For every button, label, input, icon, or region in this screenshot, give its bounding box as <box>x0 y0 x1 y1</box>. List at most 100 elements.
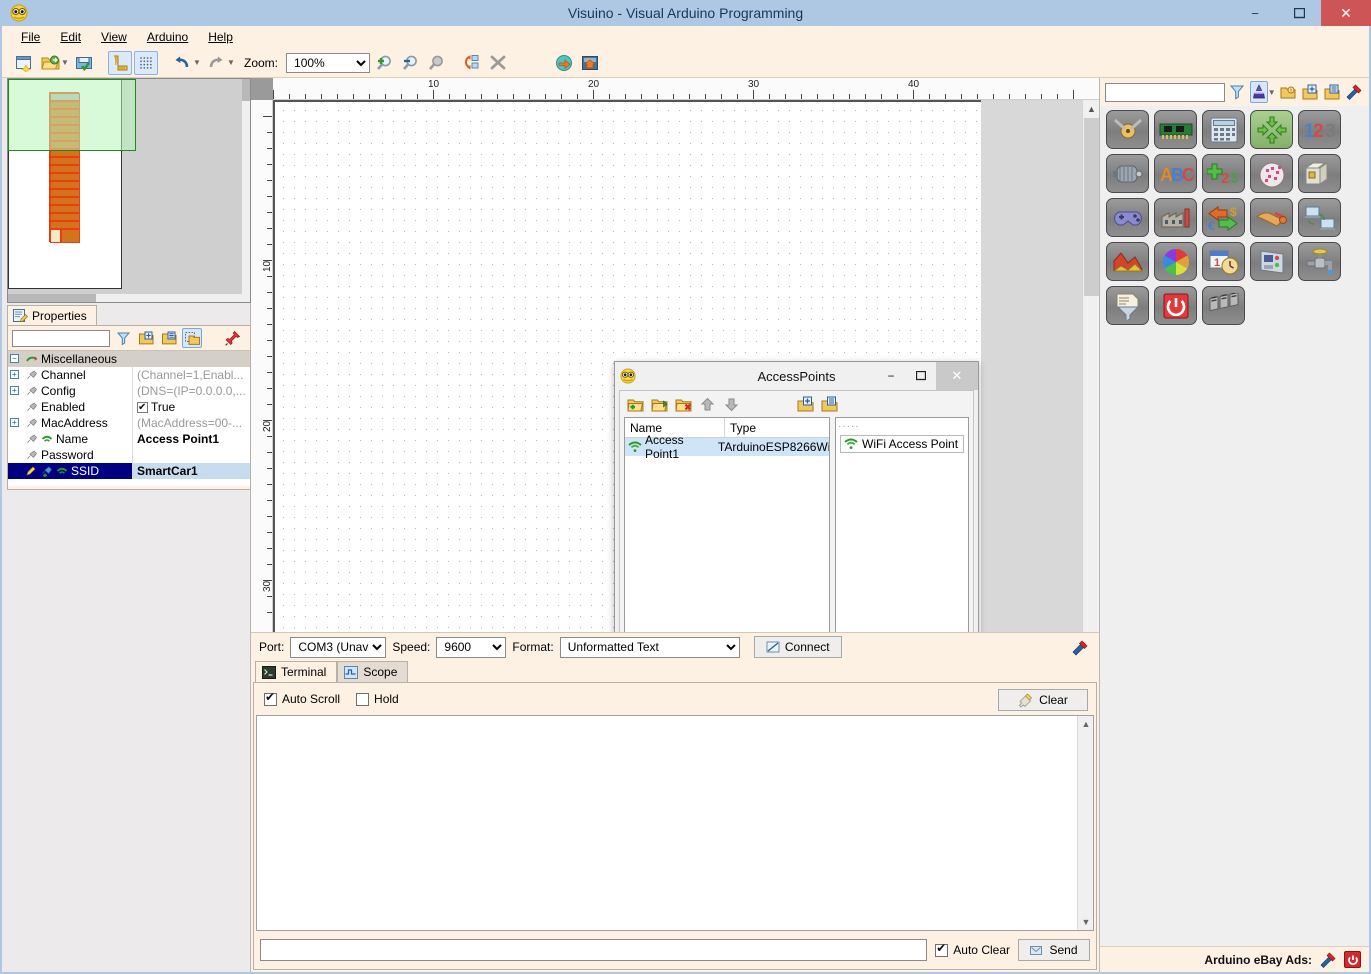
open-project-icon[interactable] <box>38 51 62 75</box>
hold-checkbox[interactable]: Hold <box>356 692 399 706</box>
filter-properties-icon[interactable] <box>113 328 133 348</box>
analog-icon[interactable] <box>1106 110 1149 149</box>
column-header-type[interactable]: Type <box>725 418 756 437</box>
chart-icon[interactable] <box>1106 242 1149 281</box>
add-item-icon[interactable] <box>624 393 646 415</box>
move-down-icon[interactable] <box>720 393 742 415</box>
display-icon[interactable] <box>1250 242 1293 281</box>
menu-item-edit[interactable]: Edit <box>51 28 90 46</box>
expand-toggle-icon[interactable]: + <box>10 370 19 379</box>
memory-icon[interactable] <box>1154 110 1197 149</box>
filter-components-icon[interactable] <box>1228 81 1247 103</box>
move-up-icon[interactable] <box>696 393 718 415</box>
delete-item-icon[interactable] <box>672 393 694 415</box>
group-by-category-icon[interactable] <box>182 328 202 348</box>
auto-clear-box[interactable] <box>935 944 948 957</box>
collapse-all-icon[interactable] <box>159 328 179 348</box>
expand-toggle-icon[interactable]: + <box>10 386 19 395</box>
auto-clear-checkbox[interactable]: Auto Clear <box>935 943 1010 957</box>
property-value[interactable]: Access Point1 <box>132 431 250 447</box>
clock-calendar-icon[interactable]: 1 <box>1202 242 1245 281</box>
property-row-miscellaneous[interactable]: − Miscellaneous <box>8 351 250 367</box>
valve-icon[interactable] <box>1298 242 1341 281</box>
navigator-viewport[interactable] <box>8 79 136 151</box>
filter-icon[interactable] <box>1106 286 1149 325</box>
palette-search-input[interactable] <box>1105 83 1225 102</box>
minimize-button[interactable]: − <box>1233 0 1277 26</box>
auto-scroll-checkbox[interactable]: Auto Scroll <box>264 692 340 706</box>
compile-upload-icon[interactable] <box>552 51 576 75</box>
color-wheel-icon[interactable] <box>1154 242 1197 281</box>
wizard-icon[interactable] <box>1250 81 1269 103</box>
property-row-channel[interactable]: + Channel (Channel=1,Enabl... <box>8 367 250 383</box>
power-icon[interactable] <box>1154 286 1197 325</box>
hold-box[interactable] <box>356 693 369 706</box>
save-code-icon[interactable] <box>578 51 602 75</box>
gamepad-icon[interactable] <box>1106 198 1149 237</box>
arrows-io-icon[interactable] <box>1250 110 1293 149</box>
property-row-config[interactable]: + Config (DNS=(IP=0.0.0.0,... <box>8 383 250 399</box>
tab-properties[interactable]: Properties <box>7 305 97 325</box>
project-navigator[interactable] <box>7 78 251 303</box>
expand-categories-icon[interactable] <box>1301 81 1320 103</box>
pin-panel-icon[interactable] <box>223 328 243 348</box>
tab-terminal[interactable]: Terminal <box>255 661 337 682</box>
close-button[interactable]: ✕ <box>1321 0 1371 26</box>
component-settings-icon[interactable] <box>1344 81 1364 103</box>
dialog-maximize-button[interactable] <box>906 362 936 390</box>
logic-boxes-icon[interactable] <box>1298 154 1341 193</box>
zoom-in-icon[interactable] <box>372 51 396 75</box>
redo-icon[interactable] <box>204 51 228 75</box>
property-row-password[interactable]: Password <box>8 447 250 463</box>
open-category-icon[interactable] <box>1279 81 1298 103</box>
scroll-up-icon[interactable]: ▲ <box>1083 100 1099 117</box>
property-value[interactable] <box>132 447 250 463</box>
collapse-toggle-icon[interactable]: − <box>10 354 19 363</box>
save-project-icon[interactable] <box>72 51 96 75</box>
properties-filter-input[interactable] <box>12 330 110 347</box>
random-icon[interactable] <box>1250 154 1293 193</box>
dialog-close-button[interactable]: ✕ <box>936 362 978 390</box>
undo-icon[interactable] <box>170 51 194 75</box>
speed-select[interactable]: 9600 <box>436 637 506 658</box>
tab-scope[interactable]: Scope <box>337 661 408 682</box>
expand-all-icon[interactable] <box>136 328 156 348</box>
terminal-scroll-down-icon[interactable]: ▼ <box>1078 914 1094 930</box>
open-dropdown-caret-icon[interactable]: ▼ <box>60 58 70 67</box>
expand-toggle-icon[interactable]: + <box>10 418 19 427</box>
menu-item-arduino[interactable]: Arduino <box>138 28 197 46</box>
property-value[interactable]: (MacAddress=00-... <box>132 415 250 431</box>
power-icon[interactable] <box>1344 951 1361 968</box>
terminal-output-scrollbar[interactable]: ▲ ▼ <box>1077 716 1093 930</box>
navigator-hscrollbar[interactable] <box>8 294 251 302</box>
terminal-output[interactable]: ▲ ▼ <box>256 715 1094 931</box>
enabled-checkbox[interactable] <box>137 402 148 413</box>
expand-tree-icon[interactable] <box>794 393 816 415</box>
port-select[interactable]: COM3 (Unava <box>290 637 386 658</box>
send-input[interactable] <box>260 939 927 961</box>
network-icon[interactable] <box>1298 198 1341 237</box>
sensors-icon[interactable] <box>1250 198 1293 237</box>
undo-dropdown-caret-icon[interactable]: ▼ <box>192 58 202 67</box>
menu-item-help[interactable]: Help <box>199 28 242 46</box>
toggle-grid-icon[interactable] <box>134 51 158 75</box>
menu-item-view[interactable]: View <box>92 28 136 46</box>
send-button[interactable]: Send <box>1018 939 1090 961</box>
arrange-icon[interactable] <box>460 51 484 75</box>
numbers-icon[interactable]: 123 <box>1298 110 1341 149</box>
property-value[interactable]: (DNS=(IP=0.0.0.0,... <box>132 383 250 399</box>
maximize-button[interactable] <box>1277 0 1321 26</box>
matrix-icon[interactable] <box>1202 286 1245 325</box>
connect-button[interactable]: Connect <box>754 636 842 658</box>
property-row-name[interactable]: Name Access Point1 <box>8 431 250 447</box>
property-value[interactable]: (Channel=1,Enabl... <box>132 367 250 383</box>
property-row-macaddress[interactable]: + MacAddress (MacAddress=00-... <box>8 415 250 431</box>
currency-convert-icon[interactable]: $€ <box>1202 198 1245 237</box>
delete-icon[interactable] <box>486 51 510 75</box>
add-number-icon[interactable]: 23 <box>1202 154 1245 193</box>
industrial-icon[interactable] <box>1154 198 1197 237</box>
zoom-select[interactable]: 100% <box>286 53 370 73</box>
property-row-enabled[interactable]: Enabled True <box>8 399 250 415</box>
canvas-scroll-thumb[interactable] <box>1084 118 1099 296</box>
dialog-minimize-button[interactable]: − <box>876 362 906 390</box>
